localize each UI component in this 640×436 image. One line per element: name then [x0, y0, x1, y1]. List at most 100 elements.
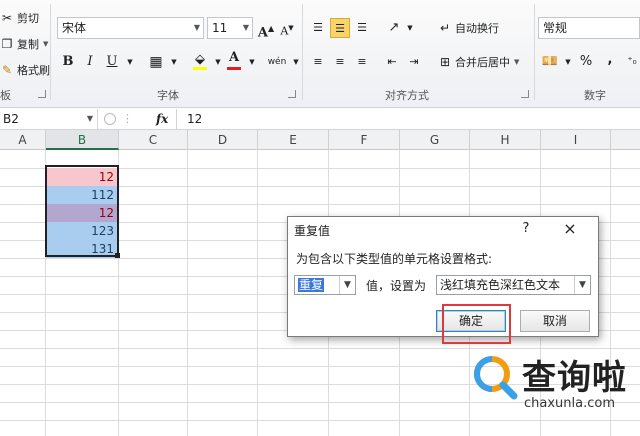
format-style-select[interactable]: 浅红填充色深红色文本 ▼ [436, 275, 591, 295]
column-header-i[interactable]: I [541, 130, 611, 150]
align-bottom-icon: ☰ [357, 21, 367, 34]
font-color-dropdown[interactable]: ▼ [242, 52, 262, 72]
font-color-icon: A [228, 50, 240, 65]
copy-button[interactable]: ❐ 复制 ▼ [0, 36, 49, 52]
format-style-selected: 浅红填充色深红色文本 [440, 278, 561, 292]
chevron-down-icon: ▼ [565, 58, 571, 66]
italic-button[interactable]: I [80, 52, 100, 72]
paintbrush-icon: ✎ [1, 63, 13, 77]
merge-center-button[interactable]: ⊞ 合并后居中 ▼ [438, 54, 519, 70]
font-launcher-icon[interactable] [288, 90, 296, 98]
column-header-h[interactable]: H [470, 130, 541, 150]
text-orientation-icon: ↗ [388, 20, 400, 35]
border-grid-icon: ▦ [149, 54, 163, 70]
font-group-label: 字体 [157, 89, 179, 102]
chevron-down-icon: ▼ [86, 114, 93, 123]
column-header-g[interactable]: G [400, 130, 470, 150]
chevron-down-icon: ▼ [514, 58, 520, 66]
format-painter-button[interactable]: ✎ 格式刷 [0, 62, 50, 78]
column-header-f[interactable]: F [329, 130, 400, 150]
chevron-down-icon: ▼ [171, 58, 177, 66]
cut-button[interactable]: ✂ 剪切 [0, 10, 39, 26]
underline-button[interactable]: U [102, 52, 122, 72]
alignment-launcher-icon[interactable] [521, 90, 529, 98]
column-header-e[interactable]: E [258, 130, 329, 150]
column-header-a[interactable]: A [0, 130, 46, 150]
align-top-button[interactable]: ☰ [308, 18, 328, 38]
column-header-b[interactable]: B [46, 130, 119, 150]
watermark-url: chaxunla.com [524, 396, 615, 411]
align-left-icon: ≡ [313, 55, 323, 68]
ribbon: ✂ 剪切 ❐ 复制 ▼ ✎ 格式刷 板 宋体 ▼ 11 ▼ A▲ A▼ B I … [0, 0, 640, 108]
align-left-button[interactable]: ≡ [308, 52, 328, 72]
accounting-format-button[interactable]: 💴 [540, 52, 560, 72]
value-type-selected: 重复 [298, 278, 325, 292]
indent-icon: ⇥ [409, 55, 419, 68]
bold-button[interactable]: B [58, 52, 78, 72]
align-bottom-button[interactable]: ☰ [352, 18, 372, 38]
group-divider [50, 4, 51, 100]
increase-decimal-button[interactable]: ⁺₀ [622, 52, 640, 72]
accounting-dropdown[interactable]: ▼ [558, 52, 578, 72]
format-painter-label: 格式刷 [17, 64, 50, 77]
set-to-label: 值，设置为 [366, 279, 427, 293]
font-name-combo[interactable]: 宋体 ▼ [57, 17, 204, 39]
percent-button[interactable]: % [576, 52, 596, 72]
wrap-text-button[interactable]: ↵ 自动换行 [438, 20, 499, 36]
currency-icon: 💴 [541, 54, 559, 69]
clipboard-launcher-icon[interactable] [38, 90, 46, 98]
group-divider [302, 4, 303, 100]
align-right-icon: ≡ [357, 55, 367, 68]
help-button[interactable]: ? [516, 221, 536, 236]
insert-function-button[interactable]: fx [156, 109, 176, 129]
shrink-font-button[interactable]: A▼ [277, 18, 297, 38]
number-group-label: 数字 [584, 89, 606, 102]
value-type-select[interactable]: 重复 ▼ [294, 275, 356, 295]
cancel-button[interactable]: 取消 [520, 310, 590, 332]
underline-icon: U [106, 54, 118, 69]
magnifier-logo-icon [474, 356, 518, 400]
column-header-d[interactable]: D [188, 130, 258, 150]
cut-label: 剪切 [17, 12, 39, 25]
copy-label: 复制 [17, 38, 39, 51]
borders-button[interactable]: ▦ [146, 52, 166, 72]
grow-font-icon: A [257, 25, 268, 41]
close-button[interactable]: × [558, 219, 582, 238]
decrease-indent-button[interactable]: ⇤ [382, 52, 402, 72]
bold-icon: B [62, 54, 74, 69]
name-box-value: B2 [3, 112, 19, 126]
increase-indent-button[interactable]: ⇥ [404, 52, 424, 72]
dialog-title: 重复值 [294, 224, 331, 238]
gridline [257, 150, 258, 436]
formula-value: 12 [187, 112, 203, 126]
grow-font-button[interactable]: A▲ [256, 18, 276, 41]
highlight-annotation-box [442, 304, 511, 344]
font-size-combo[interactable]: 11 ▼ [207, 17, 253, 39]
chevron-down-icon: ▼ [293, 58, 299, 66]
chevron-down-icon: ▼ [193, 23, 200, 32]
align-middle-icon: ☰ [335, 22, 345, 35]
align-center-button[interactable]: ≡ [330, 52, 350, 72]
clipboard-group-label: 板 [0, 89, 11, 102]
comma-style-button[interactable]: , [600, 50, 620, 70]
underline-dropdown[interactable]: ▼ [120, 52, 140, 72]
percent-icon: % [579, 54, 593, 69]
chevron-down-icon: ▼ [339, 276, 355, 294]
align-middle-button[interactable]: ☰ [330, 18, 350, 38]
name-box[interactable]: B2 ▼ [0, 109, 98, 129]
align-right-button[interactable]: ≡ [352, 52, 372, 72]
italic-icon: I [87, 54, 93, 69]
orientation-dropdown[interactable]: ▼ [400, 18, 420, 38]
number-format-combo[interactable]: 常规 [538, 17, 640, 39]
fx-icon: fx [156, 112, 169, 126]
outdent-icon: ⇤ [387, 55, 397, 68]
fill-handle[interactable] [115, 253, 120, 258]
align-center-icon: ≡ [335, 55, 345, 68]
fill-color-button[interactable]: ⬙ [190, 50, 210, 70]
formula-input[interactable]: 12 [176, 109, 640, 129]
column-header-bar: A B C D E F G H I [0, 130, 640, 150]
borders-dropdown[interactable]: ▼ [164, 52, 184, 72]
column-header-c[interactable]: C [119, 130, 188, 150]
font-color-button[interactable]: A [224, 48, 244, 70]
phonetic-dropdown[interactable]: ▼ [286, 52, 306, 72]
